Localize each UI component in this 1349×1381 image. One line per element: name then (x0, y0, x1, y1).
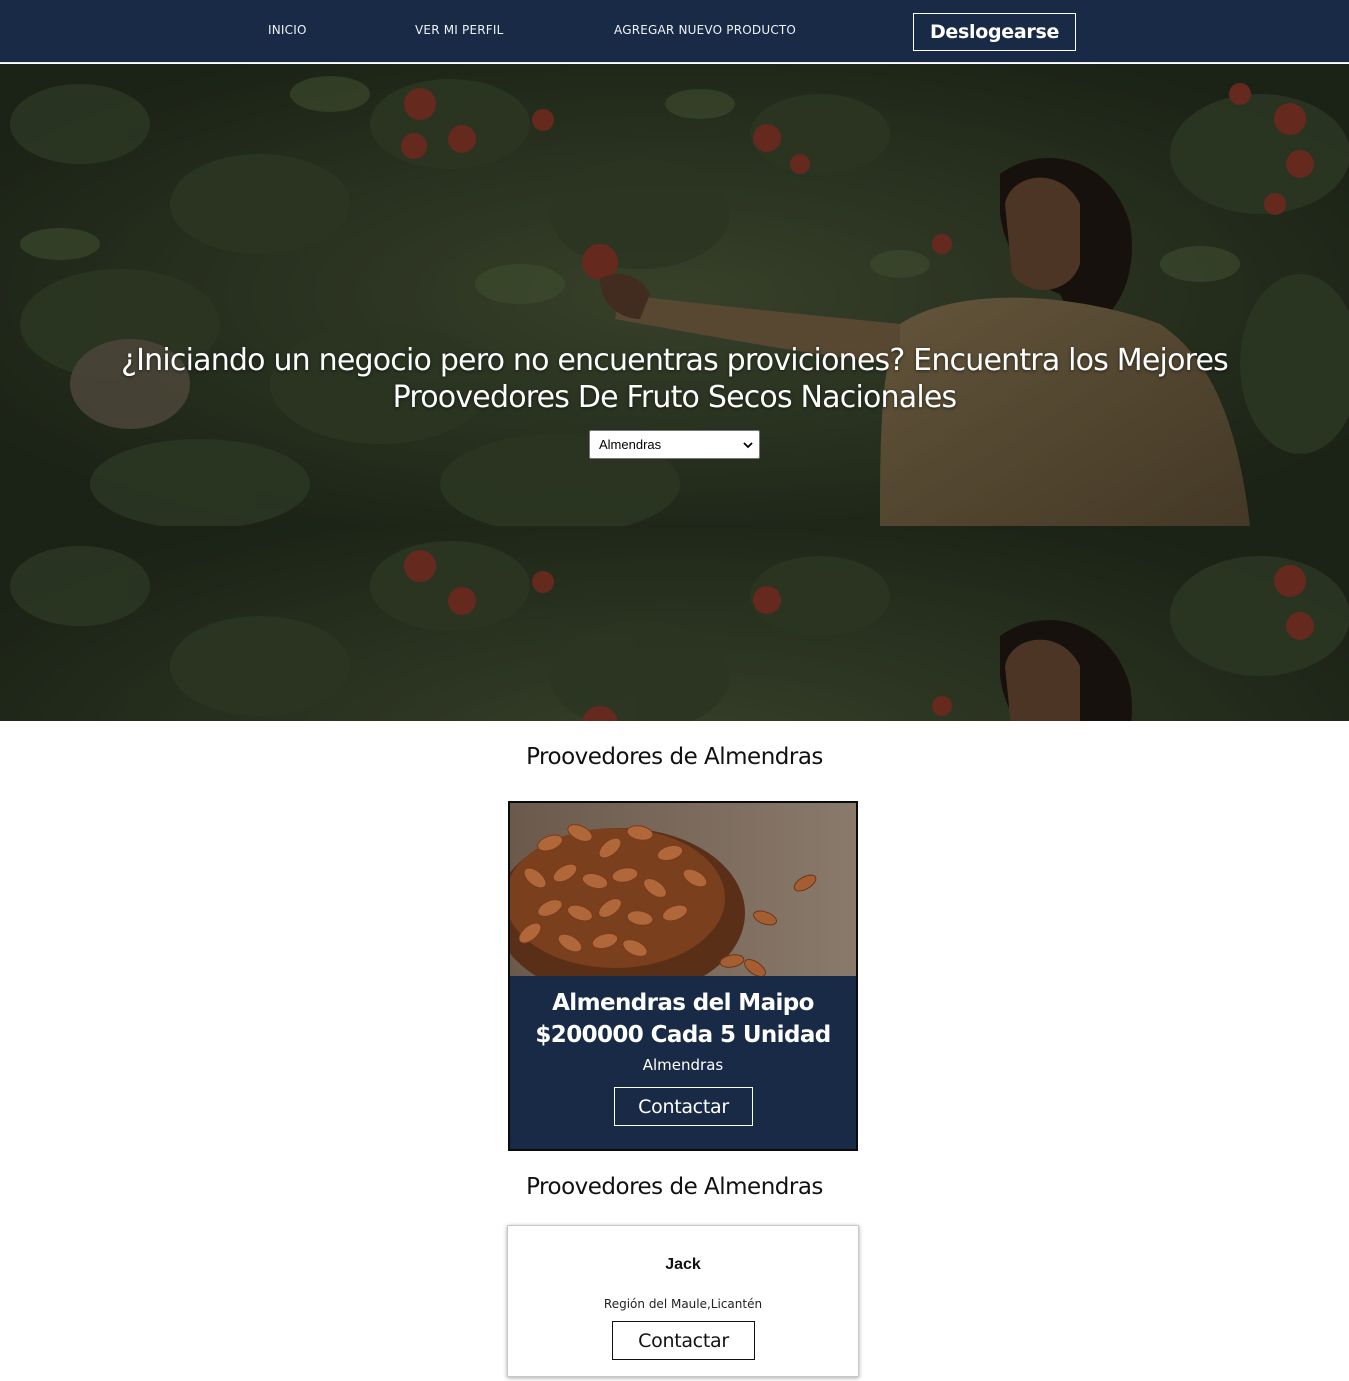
logout-button[interactable]: Deslogearse (913, 13, 1076, 51)
product-price: $200000 Cada 5 Unidad (535, 1022, 831, 1048)
chevron-down-icon (743, 442, 753, 449)
suppliers-section-title: Proovedores de Almendras (526, 1174, 823, 1200)
product-category: Almendras (642, 1056, 724, 1074)
product-name: Almendras del Maipo (552, 990, 814, 1016)
nav-link-ver-mi-perfil[interactable]: VER MI PERFIL (415, 23, 504, 41)
supplier-card: Jack Región del Maule,Licantén Contactar (507, 1225, 859, 1377)
nav-link-agregar-nuevo-producto[interactable]: AGREGAR NUEVO PRODUCTO (614, 23, 796, 41)
product-contact-button[interactable]: Contactar (614, 1087, 753, 1126)
product-type-select-value: Almendras (599, 437, 662, 452)
orchard-background-image (0, 526, 1349, 721)
hero-background-strip (0, 526, 1349, 721)
hero-banner: ¿Iniciando un negocio pero no encuentras… (0, 64, 1349, 526)
hero-title: ¿Iniciando un negocio pero no encuentras… (120, 343, 1229, 415)
almonds-product-image (510, 803, 856, 976)
products-section-title: Proovedores de Almendras (526, 744, 823, 770)
product-type-select[interactable]: Almendras (589, 430, 760, 459)
top-navbar: INICIO VER MI PERFIL AGREGAR NUEVO PRODU… (0, 0, 1349, 63)
product-card: Almendras del Maipo $200000 Cada 5 Unida… (508, 801, 858, 1151)
nav-link-inicio[interactable]: INICIO (268, 23, 307, 41)
supplier-name: Jack (665, 1256, 701, 1273)
supplier-region: Región del Maule,Licantén (603, 1297, 763, 1311)
supplier-contact-button[interactable]: Contactar (612, 1321, 755, 1360)
